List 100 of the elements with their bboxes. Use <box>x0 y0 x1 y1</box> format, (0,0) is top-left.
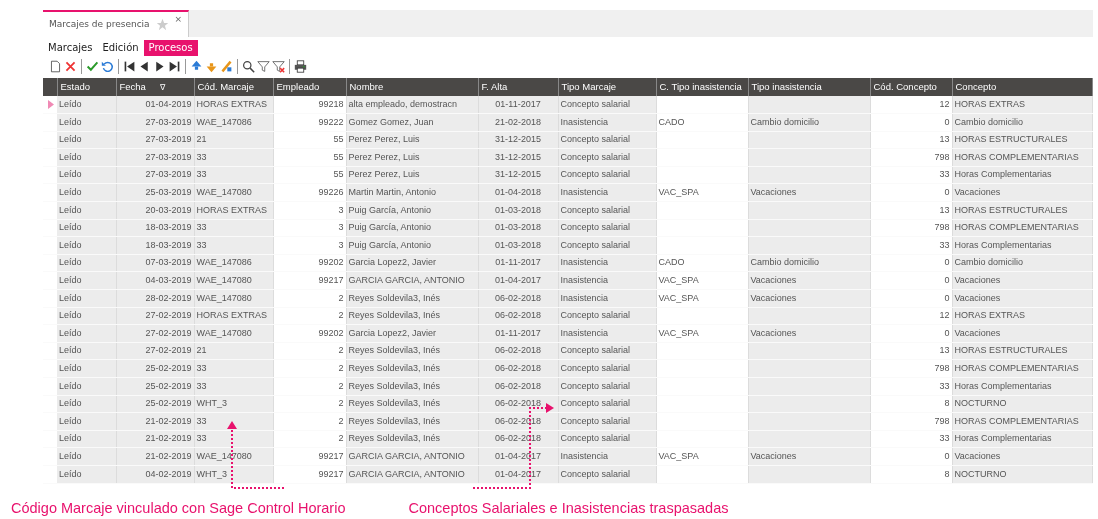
table-cell: Leído <box>59 98 82 109</box>
table-cell: 06-02-2018 <box>494 292 541 303</box>
column-header[interactable]: Nombre <box>346 78 478 96</box>
table-cell: Reyes Soldevila3, Inés <box>348 398 441 409</box>
table-cell: Inasistencia <box>560 292 609 303</box>
table-cell: 33 <box>196 239 207 250</box>
table-cell: Concepto salarial <box>560 169 631 180</box>
table-cell: HORAS ESTRUCTURALES <box>954 204 1068 215</box>
last-record-icon[interactable] <box>168 59 181 73</box>
column-header[interactable]: Cód. Concepto <box>870 78 952 96</box>
table-cell: 31-12-2015 <box>494 169 541 180</box>
table-cell: 27-03-2019 <box>145 169 192 180</box>
table-cell: Leído <box>59 187 82 197</box>
table-cell: Puig García, Antonio <box>348 204 432 215</box>
table-cell: 798 <box>934 151 950 162</box>
table-cell: 21-02-2019 <box>145 433 192 444</box>
table-cell: WHT_3 <box>196 398 227 409</box>
table-cell: VAC_SPA <box>658 450 699 461</box>
menu-item[interactable]: Marcajes <box>43 40 98 56</box>
table-cell: Horas Complementarias <box>954 380 1052 391</box>
table-cell: Horas Complementarias <box>954 169 1052 180</box>
document-tab[interactable]: Marcajes de presencia × <box>43 10 190 37</box>
table-cell: 33 <box>939 380 950 391</box>
table-cell: WHT_3 <box>196 468 227 479</box>
table-cell: CADO <box>658 116 685 127</box>
table-cell: 2 <box>338 310 344 321</box>
table-cell: Leído <box>59 204 82 215</box>
table-cell: Reyes Soldevila3, Inés <box>348 362 441 373</box>
table-cell: GARCIA GARCIA, ANTONIO <box>348 275 465 285</box>
table-cell: 99217 <box>318 275 344 285</box>
table-cell: HORAS ESTRUCTURALES <box>954 345 1068 356</box>
column-header[interactable]: Tipo Marcaje <box>558 78 656 96</box>
table-cell: Inasistencia <box>560 450 609 461</box>
table-cell: Leído <box>59 380 82 391</box>
table-cell: 25-02-2019 <box>145 398 192 409</box>
table-cell: 25-03-2019 <box>145 187 192 197</box>
table-cell: 99226 <box>318 187 344 197</box>
filter-icon[interactable] <box>257 59 270 73</box>
table-cell: GARCIA GARCIA, ANTONIO <box>348 450 465 461</box>
column-header[interactable]: Tipo inasistencia <box>748 78 870 96</box>
table-cell: 01-04-2019 <box>145 98 192 109</box>
clear-filter-icon[interactable] <box>272 59 285 73</box>
table-cell: 0 <box>944 257 950 268</box>
column-header[interactable]: Concepto <box>952 78 1092 96</box>
table-cell: Concepto salarial <box>560 398 631 409</box>
table-cell: Vacaciones <box>750 450 797 461</box>
column-header[interactable]: F. Alta <box>478 78 558 96</box>
table-cell: Horas Complementarias <box>954 433 1052 444</box>
column-header[interactable]: C. Tipo inasistencia <box>656 78 748 96</box>
table-cell: 33 <box>196 433 207 444</box>
table-cell: 27-02-2019 <box>145 310 192 321</box>
table-cell: Leído <box>59 433 82 444</box>
table-cell: 06-02-2018 <box>494 398 541 409</box>
table-cell: WAE_147086 <box>196 257 252 268</box>
table-cell: 0 <box>944 116 950 127</box>
first-record-icon[interactable] <box>123 59 136 73</box>
table-cell: 99202 <box>318 257 344 268</box>
arrow-up-icon[interactable] <box>190 59 203 73</box>
table-cell: Leído <box>59 275 82 285</box>
table-cell: 07-03-2019 <box>145 257 192 268</box>
table-cell: 13 <box>939 345 950 356</box>
table-cell: Garcia Lopez2, Javier <box>348 257 437 268</box>
table-cell: Cambio domicilio <box>954 257 1024 268</box>
refresh-icon[interactable] <box>101 59 114 73</box>
table-cell: 3 <box>338 204 344 215</box>
tab-label: Marcajes de presencia <box>49 17 150 31</box>
table-cell: 33 <box>939 239 950 250</box>
menu-item[interactable]: Procesos <box>143 40 198 56</box>
column-header[interactable]: Cód. Marcaje <box>194 78 273 96</box>
delete-icon[interactable] <box>64 59 77 73</box>
table-cell: 27-02-2019 <box>145 345 192 356</box>
next-record-icon[interactable] <box>153 59 166 73</box>
table-cell: Concepto salarial <box>560 239 631 250</box>
star-icon[interactable] <box>155 18 169 31</box>
table-cell: 798 <box>934 415 950 426</box>
table-cell: 01-04-2018 <box>494 187 541 197</box>
table-cell: VAC_SPA <box>658 327 699 338</box>
search-icon[interactable] <box>242 59 255 73</box>
table-cell: 18-03-2019 <box>145 222 192 233</box>
table-cell: Concepto salarial <box>560 98 631 109</box>
table-cell: 3 <box>338 239 344 250</box>
new-document-icon[interactable] <box>49 59 62 73</box>
table-cell: Inasistencia <box>560 187 609 197</box>
annotation-text: Conceptos Salariales e Inasistencias traspasadas <box>408 498 729 518</box>
column-header[interactable]: Estado <box>57 78 116 96</box>
checkmark-icon[interactable] <box>86 59 99 73</box>
table-cell: HORAS EXTRAS <box>954 98 1025 109</box>
printer-icon[interactable] <box>294 59 307 73</box>
previous-record-icon[interactable] <box>138 59 151 73</box>
menu-item[interactable]: Edición <box>97 40 144 56</box>
close-button[interactable]: × <box>174 13 183 27</box>
table-cell: HORAS EXTRAS <box>196 204 267 215</box>
column-header[interactable]: Fecha ∇ <box>116 78 194 96</box>
sort-icon[interactable] <box>220 59 233 73</box>
table-cell: Vacaciones <box>750 275 797 285</box>
table-cell: Concepto salarial <box>560 151 631 162</box>
column-header[interactable]: Empleado <box>273 78 346 96</box>
table-cell: 01-03-2018 <box>494 204 541 215</box>
table-cell: Concepto salarial <box>560 433 631 444</box>
table-cell: 798 <box>934 222 950 233</box>
